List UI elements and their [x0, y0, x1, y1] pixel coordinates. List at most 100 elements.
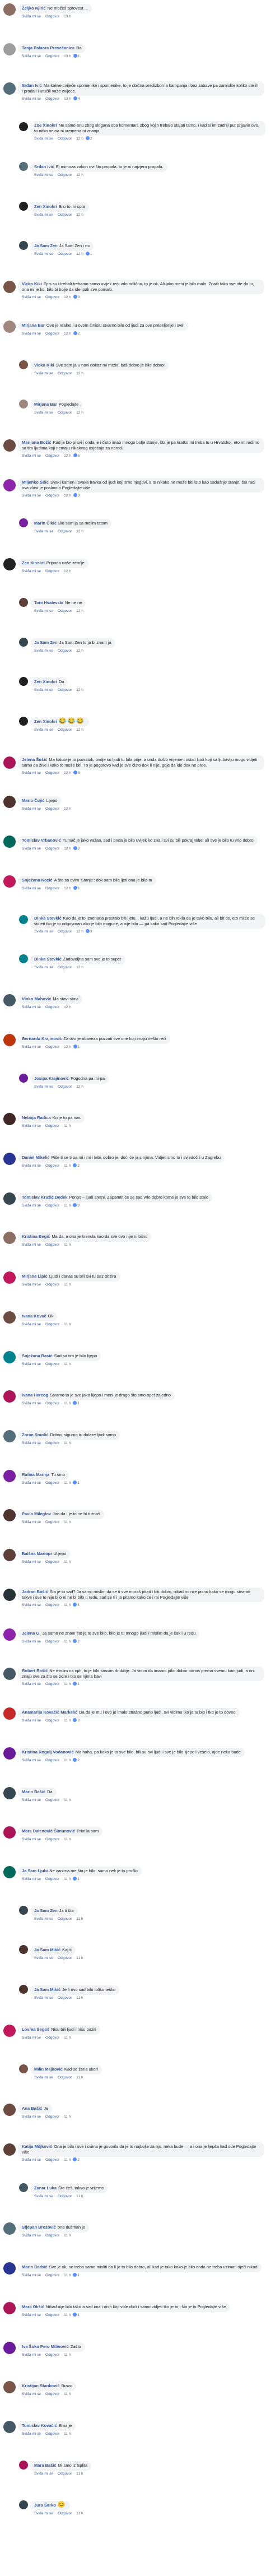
comment-time[interactable]: 12 h [64, 569, 71, 573]
comment-time[interactable]: 11 h [64, 1603, 71, 1607]
like-reaction-icon[interactable] [73, 2157, 77, 2162]
like-button[interactable]: Sviđa mi se [22, 2273, 41, 2277]
reaction-count[interactable]: 4 [78, 97, 80, 101]
reply-button[interactable]: Odgovor [45, 569, 59, 573]
avatar[interactable] [3, 1271, 16, 1284]
comment-author[interactable]: Pavlo Mileglov [22, 1511, 51, 1516]
comment-time[interactable]: 12 h [64, 332, 71, 336]
comment-author[interactable]: Vicko Kiki [34, 363, 54, 368]
reply-button[interactable]: Odgovor [45, 1005, 59, 1009]
reaction-count[interactable]: 2 [78, 847, 80, 851]
avatar[interactable] [3, 1113, 16, 1125]
like-button[interactable]: Sviđa mi se [22, 569, 41, 573]
comment-time[interactable]: 11 h [64, 2313, 71, 2317]
comment-author[interactable]: Ivana Hercog [22, 1393, 48, 1398]
comment-author[interactable]: Kristijan Stanković [22, 2383, 60, 2388]
like-reaction-icon[interactable] [85, 136, 90, 141]
avatar[interactable] [3, 321, 16, 333]
avatar[interactable] [3, 2302, 16, 2314]
comment-author[interactable]: Jadran Bašić [22, 1589, 48, 1594]
comment-time[interactable]: 12 h [64, 807, 71, 811]
reaction-count[interactable]: 1 [78, 54, 80, 58]
comment-author[interactable]: Kristina Begić [22, 1234, 50, 1239]
reply-button[interactable]: Odgovor [45, 1877, 59, 1881]
comment-time[interactable]: 13 h [64, 54, 71, 58]
like-button[interactable]: Sviđa mi se [22, 1005, 41, 1009]
comment-author[interactable]: Zen Xinokri [34, 719, 57, 724]
comment-author[interactable]: Mara Bašić [34, 2463, 57, 2468]
reaction-count[interactable]: 3 [90, 930, 92, 934]
reply-button[interactable]: Odgovor [45, 1481, 59, 1485]
reaction-count[interactable]: 2 [77, 1758, 80, 1762]
avatar[interactable] [19, 1074, 28, 1083]
like-reaction-icon[interactable] [73, 1639, 77, 1643]
like-button[interactable]: Sviđa mi se [22, 1441, 41, 1445]
reaction-count[interactable]: 1 [77, 2273, 80, 2277]
comment-author[interactable]: Anamarija Kovačić Markelić [22, 1710, 77, 1715]
like-reaction-icon[interactable] [85, 929, 90, 934]
like-reaction-icon[interactable] [73, 1757, 77, 1762]
avatar[interactable] [19, 1906, 28, 1915]
avatar[interactable] [3, 1470, 16, 1482]
comment-time[interactable]: 12 h [76, 252, 83, 256]
comment-author[interactable]: Tanja Palaora Presečanica [22, 45, 74, 50]
like-button[interactable]: Sviđa mi se [34, 213, 53, 217]
like-button[interactable]: Sviđa mi se [22, 494, 41, 498]
reply-button[interactable]: Odgovor [45, 1798, 59, 1802]
reply-button[interactable]: Odgovor [58, 1917, 72, 1921]
reply-button[interactable]: Odgovor [45, 2353, 59, 2357]
like-button[interactable]: Sviđa mi se [34, 2194, 53, 2198]
reply-button[interactable]: Odgovor [45, 2234, 59, 2238]
comment-time[interactable]: 12 h [76, 649, 83, 653]
avatar[interactable] [3, 796, 16, 808]
like-button[interactable]: Sviđa mi se [34, 966, 53, 969]
comment-author[interactable]: Zen Xinokri [34, 679, 57, 684]
comment-author[interactable]: Bernarda Krajinović [22, 1036, 62, 1041]
reply-button[interactable]: Odgovor [58, 137, 72, 141]
reaction-count[interactable]: 1 [78, 886, 80, 890]
like-button[interactable]: Sviđa mi se [22, 1798, 41, 1802]
comment-time[interactable]: 11 h [64, 1520, 71, 1524]
reply-button[interactable]: Odgovor [58, 609, 72, 613]
comment-time[interactable]: 11 h [64, 1124, 71, 1128]
like-reaction-icon[interactable] [73, 2312, 77, 2317]
avatar[interactable] [3, 479, 16, 491]
reply-button[interactable]: Odgovor [45, 454, 59, 458]
like-button[interactable]: Sviđa mi se [22, 2115, 41, 2119]
comment-author[interactable]: Ja Sam Mikić [34, 1947, 60, 1952]
like-reaction-icon[interactable] [73, 1718, 77, 1722]
avatar[interactable] [19, 717, 28, 726]
reply-button[interactable]: Odgovor [58, 728, 72, 732]
like-button[interactable]: Sviđa mi se [34, 2472, 53, 2476]
reaction-count[interactable]: 4 [77, 1603, 80, 1607]
comment-time[interactable]: 11 h [64, 1481, 71, 1485]
comment-author[interactable]: Jura Šarko [34, 2503, 56, 2508]
comment-author[interactable]: Neboja Radica [22, 1115, 51, 1120]
like-button[interactable]: Sviđa mi se [34, 173, 53, 177]
like-reaction-icon[interactable] [73, 846, 77, 850]
like-reaction-icon[interactable] [73, 1400, 77, 1405]
like-reaction-icon[interactable] [85, 251, 90, 256]
comment-author[interactable]: Mirjana Lipić [22, 1274, 48, 1279]
avatar[interactable] [3, 756, 16, 769]
avatar[interactable] [3, 3, 16, 16]
like-button[interactable]: Sviđa mi se [34, 372, 53, 375]
like-reaction-icon[interactable] [73, 771, 77, 775]
like-button[interactable]: Sviđa mi se [22, 97, 41, 101]
comment-time[interactable]: 11 h [76, 2194, 83, 2198]
reply-button[interactable]: Odgovor [58, 649, 72, 653]
reaction-count[interactable]: 5 [78, 454, 80, 458]
avatar[interactable] [3, 1549, 16, 1561]
like-reaction-icon[interactable] [73, 295, 77, 299]
like-reaction-icon[interactable] [73, 1480, 77, 1484]
like-reaction-icon[interactable] [73, 53, 77, 58]
avatar[interactable] [3, 2104, 16, 2116]
comment-author[interactable]: Ja Sam Zen [34, 243, 58, 248]
reaction-count[interactable]: 2 [78, 332, 80, 336]
comment-time[interactable]: 12 h [76, 930, 83, 934]
comment-time[interactable]: 11 h [76, 1956, 83, 1960]
like-reaction-icon[interactable] [73, 453, 77, 458]
avatar[interactable] [3, 2222, 16, 2235]
reply-button[interactable]: Odgovor [45, 2036, 59, 2040]
avatar[interactable] [19, 360, 28, 369]
